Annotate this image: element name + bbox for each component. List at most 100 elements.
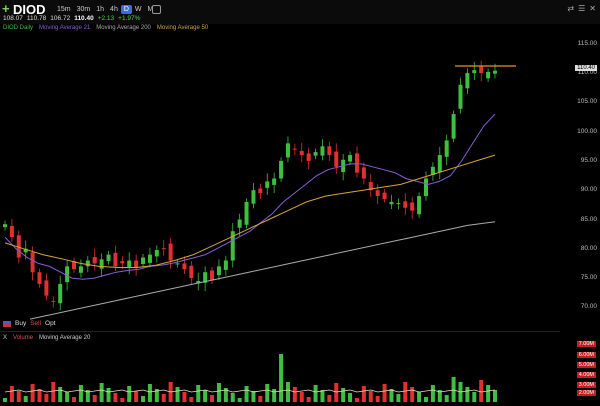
timeframe-30m[interactable]: 30m xyxy=(74,5,94,14)
legend-item[interactable]: Moving Average 50 xyxy=(157,25,208,31)
volume-bar xyxy=(92,395,97,402)
volume-bar xyxy=(265,384,270,402)
volume-bar xyxy=(285,382,290,402)
options-button[interactable]: Opt xyxy=(45,320,55,327)
timeframe-4h[interactable]: 4h xyxy=(107,5,121,14)
candle-body xyxy=(285,143,290,158)
volume-bar xyxy=(272,389,277,402)
volume-tick-label: 2.00M xyxy=(576,390,596,396)
candle-body xyxy=(106,254,111,262)
candle-body xyxy=(134,260,139,268)
volume-bar xyxy=(341,388,346,402)
price-tick-label: 70.00 xyxy=(580,303,597,311)
sell-button[interactable]: Sell xyxy=(30,320,41,327)
volume-bar xyxy=(203,390,208,402)
candle-body xyxy=(113,252,118,267)
volume-title: Volume xyxy=(13,335,34,341)
price-tick-label: 105.00 xyxy=(577,98,597,106)
candle-body xyxy=(417,196,422,215)
volume-bar xyxy=(210,395,215,402)
moving-average-line xyxy=(29,221,496,320)
candle-body xyxy=(493,70,497,74)
price-tick-label: 100.00 xyxy=(577,127,597,135)
candle-body xyxy=(486,71,491,79)
candle-body xyxy=(127,260,132,267)
volume-tick-label: 5.00M xyxy=(576,362,596,368)
close-icon[interactable]: ✕ xyxy=(589,4,596,13)
volume-bar xyxy=(348,393,353,402)
pane-divider xyxy=(0,331,560,332)
timeframe-d[interactable]: D xyxy=(120,5,132,14)
candle-body xyxy=(147,254,152,263)
legend-item[interactable]: DIOD Daily xyxy=(3,25,33,31)
price-chart[interactable] xyxy=(0,0,600,406)
legend-item[interactable]: Moving Average 200 xyxy=(96,25,151,31)
volume-bar xyxy=(444,395,449,402)
volume-bar xyxy=(230,393,235,402)
close-volume-icon[interactable]: X xyxy=(3,335,7,341)
candle-body xyxy=(306,153,311,161)
timeframe-selector: 15m 30m 1h 4h D W M xyxy=(54,5,156,14)
candle-body xyxy=(51,300,56,302)
share-icon[interactable]: ⇄ xyxy=(567,4,574,13)
candle-body xyxy=(120,261,125,264)
candle-body xyxy=(327,146,332,156)
open-value: 108.07 xyxy=(3,15,23,22)
candle-body xyxy=(44,280,49,296)
volume-bar xyxy=(354,398,359,402)
candle-body xyxy=(437,155,442,173)
candle-body xyxy=(30,252,35,273)
volume-bar xyxy=(51,382,56,402)
volume-bar xyxy=(141,396,146,402)
volume-bar xyxy=(258,396,263,402)
low-value: 106.72 xyxy=(50,15,71,22)
candle-body xyxy=(3,224,7,228)
volume-bar xyxy=(78,385,83,402)
volume-bar xyxy=(147,384,152,402)
volume-bar xyxy=(313,385,318,402)
candle-body xyxy=(92,256,97,264)
trade-buttons: Buy Sell Opt xyxy=(3,320,56,327)
candle-body xyxy=(334,151,339,167)
timeframe-w[interactable]: W xyxy=(132,5,145,14)
volume-bar xyxy=(120,398,125,402)
candle-body xyxy=(58,283,63,304)
volume-bar xyxy=(368,391,373,402)
candle-body xyxy=(472,70,477,74)
settings-icon[interactable] xyxy=(152,5,161,14)
timeframe-1h[interactable]: 1h xyxy=(93,5,107,14)
candle-body xyxy=(161,248,166,250)
volume-bar xyxy=(292,387,297,402)
price-tick-label: 115.00 xyxy=(577,39,597,47)
volume-bar xyxy=(37,389,42,402)
volume-bar xyxy=(320,390,325,402)
price-tick-label: 95.00 xyxy=(580,156,597,164)
volume-bar xyxy=(161,394,166,402)
volume-bar xyxy=(44,394,49,402)
volume-bar xyxy=(327,395,332,402)
candle-body xyxy=(244,201,249,225)
candle-body xyxy=(251,190,256,204)
last-price-tag: 110.40 xyxy=(575,65,597,71)
price-tick-label: 85.00 xyxy=(580,215,597,223)
change-pct-value: +1.97% xyxy=(118,15,141,22)
timeframe-15m[interactable]: 15m xyxy=(54,5,74,14)
legend-item[interactable]: Moving Average 21 xyxy=(39,25,90,31)
buy-button[interactable]: Buy xyxy=(15,320,26,327)
candle-body xyxy=(189,265,194,279)
close-value: 110.40 xyxy=(74,15,94,22)
menu-icon[interactable]: ☰ xyxy=(578,4,585,13)
volume-bar xyxy=(493,390,497,402)
volume-tick-label: 3.00M xyxy=(576,382,596,388)
volume-bar xyxy=(237,398,242,402)
price-tick-label: 75.00 xyxy=(580,274,597,282)
volume-bar xyxy=(465,387,470,402)
candle-body xyxy=(382,192,387,199)
candle-body xyxy=(154,249,159,257)
candle-body xyxy=(272,178,277,185)
candle-body xyxy=(237,219,242,228)
candle-body xyxy=(423,178,428,197)
volume-bar xyxy=(479,380,484,402)
volume-bar xyxy=(99,383,104,402)
volume-tick-label: 4.00M xyxy=(576,372,596,378)
